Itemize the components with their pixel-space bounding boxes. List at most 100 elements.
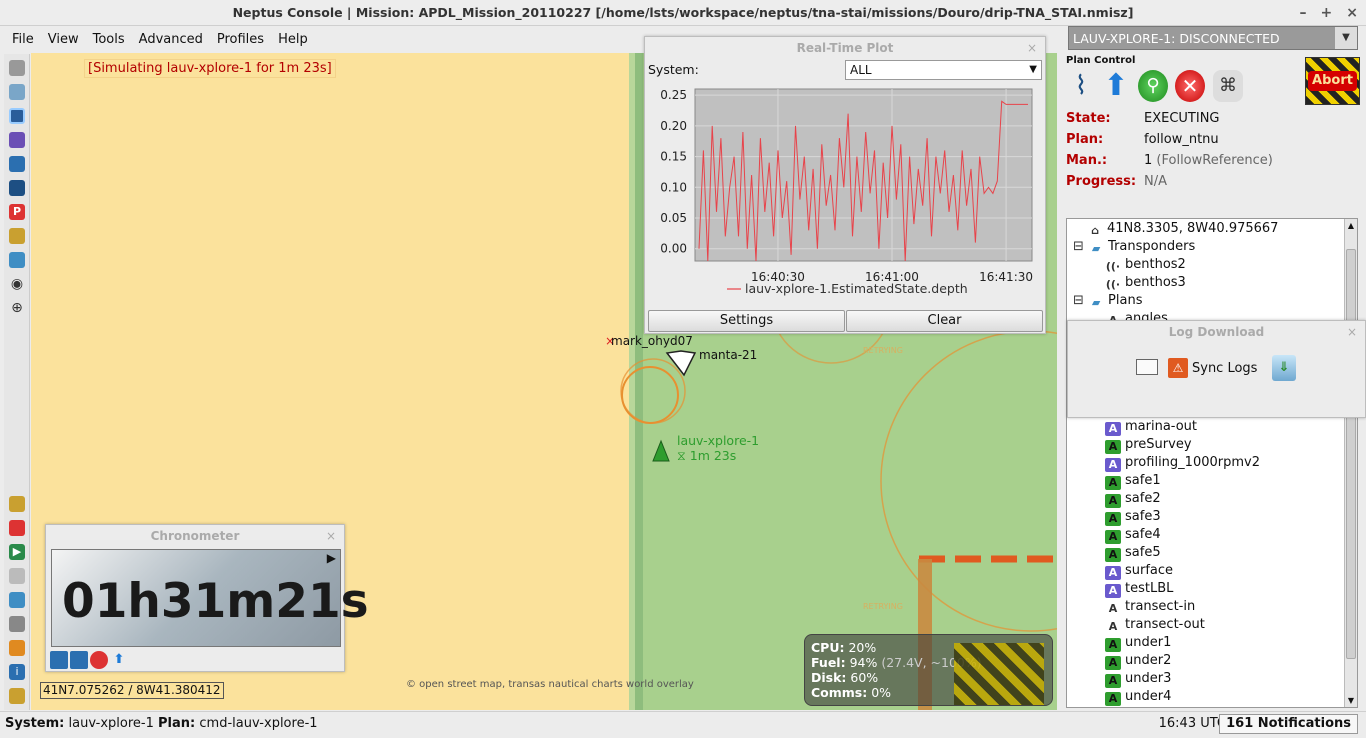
upload-arrow-icon[interactable]: ⬆ bbox=[1101, 70, 1131, 102]
plan-icon: A bbox=[1105, 674, 1121, 688]
state-value: EXECUTING bbox=[1144, 111, 1220, 126]
tree-plans[interactable]: ⊟ ▰ Plans bbox=[1073, 292, 1142, 310]
vehicle-icon[interactable] bbox=[652, 439, 670, 462]
menu-profiles[interactable]: Profiles bbox=[210, 32, 271, 47]
start-icon[interactable] bbox=[50, 651, 68, 669]
fuel-key: Fuel: bbox=[811, 655, 846, 670]
tree-benthos3[interactable]: ((· benthos3 bbox=[1105, 274, 1186, 292]
pause-icon[interactable] bbox=[70, 651, 88, 669]
download-icon[interactable]: ⇓ bbox=[1272, 355, 1296, 381]
window-title-bar: Neptus Console | Mission: APDL_Mission_2… bbox=[0, 0, 1366, 26]
layers-icon[interactable] bbox=[9, 688, 25, 704]
grid-icon[interactable] bbox=[9, 592, 25, 608]
play-icon[interactable]: ▶ bbox=[327, 551, 336, 565]
tree-plan-item[interactable]: Aunder2 bbox=[1105, 652, 1171, 670]
info-icon[interactable]: i bbox=[9, 664, 25, 680]
vehicle-selector[interactable]: LAUV-XPLORE-1: DISCONNECTED ▼ bbox=[1068, 26, 1358, 50]
abort-button[interactable]: Abort bbox=[1305, 57, 1360, 105]
minimize-icon[interactable]: – bbox=[1300, 0, 1307, 26]
marker-icon[interactable] bbox=[9, 520, 25, 536]
tree-plan-item[interactable]: Aunder4 bbox=[1105, 688, 1171, 706]
camera-icon[interactable] bbox=[9, 180, 25, 196]
chevron-down-icon[interactable]: ▼ bbox=[1335, 27, 1357, 49]
tree-benthos2[interactable]: ((· benthos2 bbox=[1105, 256, 1186, 274]
tree-plan-item[interactable]: Aprofiling_1000rpmv2 bbox=[1105, 454, 1260, 472]
close-icon[interactable]: × bbox=[1027, 37, 1037, 59]
printer-icon[interactable] bbox=[9, 616, 25, 632]
select-icon[interactable] bbox=[9, 108, 25, 124]
play-icon[interactable]: ▶ bbox=[9, 544, 25, 560]
sync-logs-button[interactable]: ⚠ Sync Logs bbox=[1168, 356, 1257, 380]
tree-plan-item[interactable]: ApreSurvey bbox=[1105, 436, 1192, 454]
antenna-icon[interactable]: ⌇ bbox=[1066, 70, 1096, 102]
cpu-key: CPU: bbox=[811, 640, 845, 655]
teleop-icon[interactable]: ⌘ bbox=[1213, 70, 1243, 102]
tree-plan-item[interactable]: AtestLBL bbox=[1105, 580, 1173, 598]
rotate-icon[interactable] bbox=[9, 84, 25, 100]
log-title-bar: Log Download × bbox=[1068, 321, 1365, 343]
scroll-down-icon[interactable]: ▼ bbox=[1345, 694, 1357, 707]
book-icon[interactable] bbox=[1136, 359, 1158, 375]
tree-transponders[interactable]: ⊟ ▰ Transponders bbox=[1073, 238, 1195, 256]
eye-icon[interactable]: ◉ bbox=[9, 276, 25, 292]
close-icon[interactable]: × bbox=[326, 525, 336, 547]
tree-plan-item[interactable]: Aunder1 bbox=[1105, 634, 1171, 652]
range-circle bbox=[620, 358, 686, 424]
tree-plan-item[interactable]: Asafe3 bbox=[1105, 508, 1161, 526]
retrying-label: RETRYING bbox=[863, 346, 903, 355]
upload-arrow-icon[interactable]: ⬆ bbox=[110, 651, 128, 669]
tree-plan-item[interactable]: Asafe2 bbox=[1105, 490, 1161, 508]
pencil-icon[interactable] bbox=[9, 496, 25, 512]
vehicle-label: lauv-xplore-1 bbox=[677, 433, 760, 448]
edit-icon[interactable]: P bbox=[9, 204, 25, 220]
status-plan-key: Plan: bbox=[158, 716, 196, 731]
manta-icon[interactable] bbox=[665, 350, 697, 377]
x-tick-label: 16:41:30 bbox=[979, 270, 1033, 284]
mission-tree[interactable]: ⌂ 41N8.3305, 8W40.975667 ⊟ ▰ Transponders … bbox=[1066, 218, 1358, 708]
plan-key: Plan: bbox=[1066, 132, 1104, 147]
plot-clear-button[interactable]: Clear bbox=[846, 310, 1043, 332]
log-title: Log Download bbox=[1168, 325, 1265, 339]
collapse-icon[interactable]: ⊟ bbox=[1073, 239, 1084, 254]
compass-icon[interactable]: ⊕ bbox=[9, 300, 25, 316]
tree-scrollbar[interactable]: ▲ ▼ bbox=[1344, 219, 1357, 707]
menu-advanced[interactable]: Advanced bbox=[132, 32, 210, 47]
menu-help[interactable]: Help bbox=[271, 32, 315, 47]
tree-plan-item[interactable]: Amarina-out bbox=[1105, 418, 1197, 436]
menu-tools[interactable]: Tools bbox=[86, 32, 132, 47]
ruler-icon[interactable] bbox=[9, 132, 25, 148]
pan-icon[interactable] bbox=[9, 60, 25, 76]
menu-view[interactable]: View bbox=[41, 32, 86, 47]
lock-icon[interactable] bbox=[9, 228, 25, 244]
chart-icon[interactable] bbox=[9, 252, 25, 268]
tree-plan-item[interactable]: Asafe1 bbox=[1105, 472, 1161, 490]
plan-value: follow_ntnu bbox=[1144, 132, 1219, 147]
notifications-button[interactable]: 161 Notifications bbox=[1219, 714, 1358, 734]
tree-plan-item[interactable]: Atransect-in bbox=[1105, 598, 1195, 616]
scroll-up-icon[interactable]: ▲ bbox=[1345, 219, 1357, 232]
tree-plan-item[interactable]: Asafe5 bbox=[1105, 544, 1161, 562]
keyboard-icon[interactable] bbox=[9, 568, 25, 584]
plot-system-label: System: bbox=[648, 62, 699, 77]
start-plan-icon[interactable]: ⚲ bbox=[1138, 70, 1168, 102]
vehicle-icon[interactable] bbox=[9, 156, 25, 172]
plot-settings-button[interactable]: Settings bbox=[648, 310, 845, 332]
tree-plan-item[interactable]: Asafe4 bbox=[1105, 526, 1161, 544]
tree-home[interactable]: ⌂ 41N8.3305, 8W40.975667 bbox=[1087, 220, 1278, 238]
pin-icon[interactable] bbox=[9, 640, 25, 656]
cpu-value: 20% bbox=[848, 640, 877, 655]
reset-icon[interactable] bbox=[90, 651, 108, 669]
plot-system-select[interactable]: ALL ▼ bbox=[845, 60, 1042, 80]
plan-icon: A bbox=[1105, 494, 1121, 508]
tree-plan-item[interactable]: Aunder3 bbox=[1105, 670, 1171, 688]
stop-plan-icon[interactable]: ✕ bbox=[1175, 70, 1205, 102]
menu-file[interactable]: File bbox=[5, 32, 41, 47]
status-system-key: System: bbox=[5, 716, 65, 731]
close-icon[interactable]: × bbox=[1346, 0, 1358, 26]
maximize-icon[interactable]: + bbox=[1321, 0, 1333, 26]
collapse-icon[interactable]: ⊟ bbox=[1073, 293, 1084, 308]
close-icon[interactable]: × bbox=[1347, 321, 1357, 343]
tree-plan-item[interactable]: Asurface bbox=[1105, 562, 1173, 580]
scroll-thumb[interactable] bbox=[1346, 249, 1356, 659]
tree-plan-item[interactable]: Atransect-out bbox=[1105, 616, 1205, 634]
